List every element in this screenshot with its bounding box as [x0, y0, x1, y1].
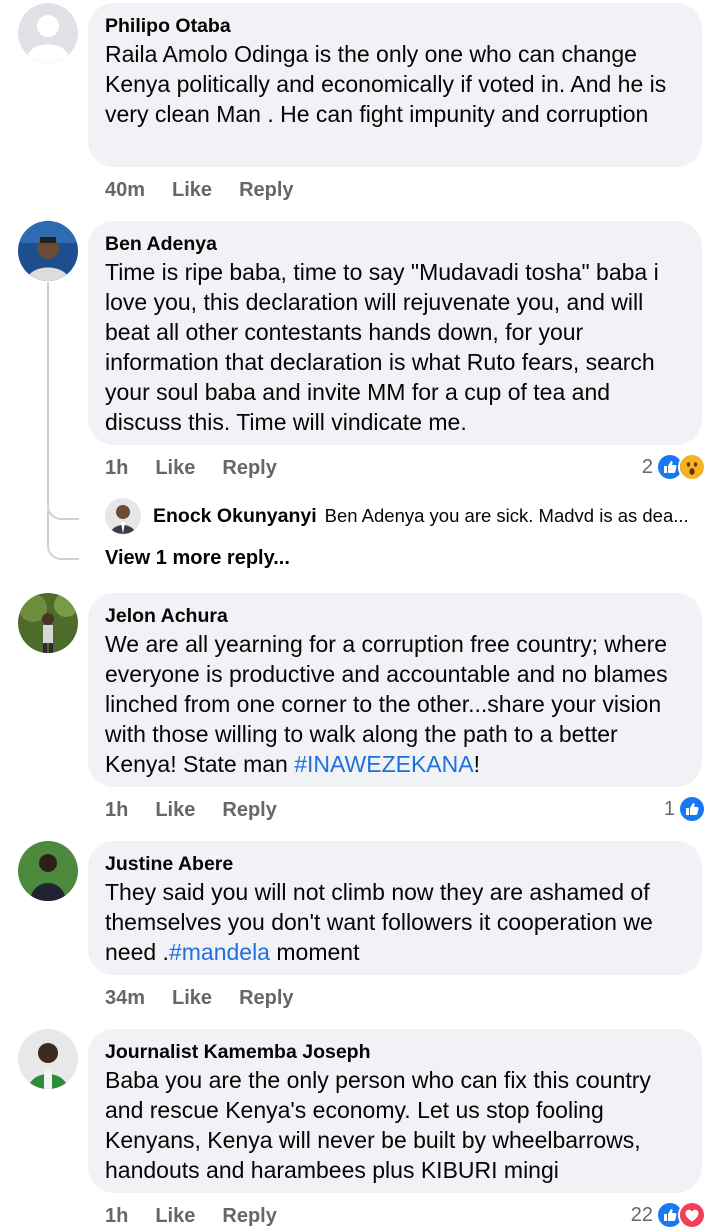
like-button[interactable]: Like: [172, 985, 212, 1011]
reaction-count: 2: [641, 455, 653, 478]
comment-text: Baba you are the only person who can fix…: [105, 1067, 651, 1183]
comment-text-tail: !: [473, 751, 480, 777]
reply-button[interactable]: Reply: [239, 177, 293, 203]
reaction-summary[interactable]: 2: [642, 453, 706, 481]
reply-button[interactable]: Reply: [222, 455, 276, 481]
comment-actions: 1h Like Reply: [105, 1203, 304, 1229]
reaction-summary[interactable]: 1: [664, 795, 706, 823]
comment-bubble: Philipo Otaba Raila Amolo Odinga is the …: [88, 3, 702, 167]
view-more-replies-link[interactable]: View 1 more reply...: [105, 547, 290, 570]
thread-connector: [47, 510, 79, 560]
comment-author[interactable]: Philipo Otaba: [105, 13, 684, 39]
comment-text: Raila Amolo Odinga is the only one who c…: [105, 41, 667, 127]
avatar[interactable]: [18, 3, 78, 63]
reply-button[interactable]: Reply: [222, 797, 276, 823]
reply-text: Ben Adenya you are sick. Madvd is as dea…: [324, 505, 689, 526]
comment-text: They said you will not climb now they ar…: [105, 877, 684, 967]
like-icon: [678, 795, 706, 823]
like-button[interactable]: Like: [172, 177, 212, 203]
comment-actions: 1h Like Reply: [105, 797, 304, 823]
comment-bubble: Journalist Kamemba Joseph Baba you are t…: [88, 1029, 702, 1193]
comment-time[interactable]: 40m: [105, 177, 145, 203]
reaction-count: 1: [663, 797, 675, 820]
comment-bubble: Ben Adenya Time is ripe baba, time to sa…: [88, 221, 702, 445]
comment-text: We are all yearning for a corruption fre…: [105, 629, 684, 779]
avatar[interactable]: [18, 593, 78, 653]
comment-actions: 34m Like Reply: [105, 985, 321, 1011]
comment-bubble: Justine Abere They said you will not cli…: [88, 841, 702, 975]
like-button[interactable]: Like: [155, 1203, 195, 1229]
comment-text-tail: moment: [269, 939, 360, 965]
hashtag-link[interactable]: #INAWEZEKANA: [294, 751, 473, 777]
comment-author[interactable]: Justine Abere: [105, 851, 684, 877]
comment-author[interactable]: Journalist Kamemba Joseph: [105, 1039, 684, 1065]
comment-time[interactable]: 1h: [105, 1203, 128, 1229]
comment-time[interactable]: 1h: [105, 455, 128, 481]
like-button[interactable]: Like: [155, 455, 195, 481]
comment-actions: 1h Like Reply: [105, 455, 304, 481]
hashtag-link[interactable]: #mandela: [169, 939, 270, 965]
thread-line: [47, 282, 49, 482]
reply-author[interactable]: Enock Okunyanyi: [153, 505, 317, 528]
wow-icon: [678, 453, 706, 481]
reaction-count: 22: [630, 1203, 653, 1226]
comment-text: Time is ripe baba, time to say "Mudavadi…: [105, 259, 659, 435]
comment-bubble: Jelon Achura We are all yearning for a c…: [88, 593, 702, 787]
avatar[interactable]: [18, 1029, 78, 1089]
love-icon: [678, 1201, 706, 1229]
reply-button[interactable]: Reply: [239, 985, 293, 1011]
reaction-summary[interactable]: 22: [631, 1201, 706, 1229]
reply-button[interactable]: Reply: [222, 1203, 276, 1229]
avatar[interactable]: [18, 221, 78, 281]
comment-time[interactable]: 1h: [105, 797, 128, 823]
like-button[interactable]: Like: [155, 797, 195, 823]
nested-reply[interactable]: Enock Okunyanyi Ben Adenya you are sick.…: [105, 498, 689, 534]
avatar[interactable]: [18, 841, 78, 901]
comment-time[interactable]: 34m: [105, 985, 145, 1011]
comment-author[interactable]: Ben Adenya: [105, 231, 684, 257]
comment-author[interactable]: Jelon Achura: [105, 603, 684, 629]
avatar[interactable]: [105, 498, 141, 534]
comment-actions: 40m Like Reply: [105, 177, 321, 203]
